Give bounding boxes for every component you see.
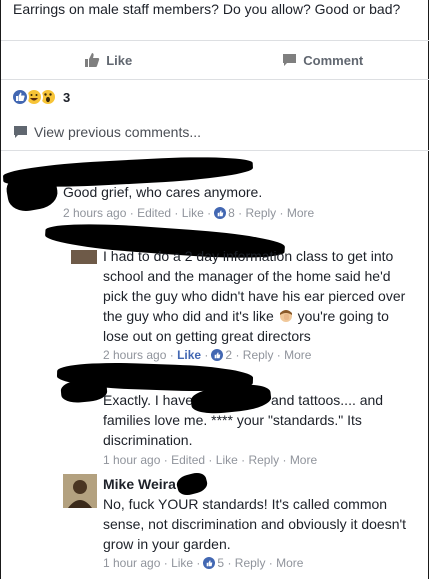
thumbs-up-icon [85, 53, 100, 67]
post-actions-bar: Like Comment [1, 40, 429, 80]
post-card: Earrings on male staff members? Do you a… [0, 0, 429, 579]
like-badge-icon [211, 349, 224, 361]
comment-reply-link[interactable]: Reply [243, 348, 274, 362]
like-reaction-icon [11, 88, 29, 106]
comment-time[interactable]: 2 hours ago [103, 348, 166, 362]
comment-more-link[interactable]: More [276, 556, 303, 570]
comment-reaction-count[interactable]: 2 [225, 348, 232, 362]
redacted-avatar-marker [60, 378, 108, 404]
facepalm-emoji-icon [279, 310, 292, 322]
comment-meta: 2 hours ago · Like · 2 · Reply · More [103, 348, 312, 362]
reaction-count: 3 [63, 89, 71, 105]
divider [1, 150, 429, 151]
comment-icon [14, 126, 27, 138]
comment-like-link[interactable]: Like [171, 556, 193, 570]
comment-more-link[interactable]: More [284, 348, 311, 362]
view-previous-label: View previous comments... [34, 124, 202, 140]
comment-more-link[interactable]: More [290, 453, 317, 467]
reactions-summary[interactable]: 3 [11, 88, 70, 106]
comment-time[interactable]: 1 hour ago [103, 556, 160, 570]
commenter-name[interactable]: Mike Weira [103, 476, 176, 492]
comment-text: Mike Weira No, fuck YOUR standards! It's… [103, 476, 407, 552]
like-badge-icon [203, 557, 216, 569]
edited-label[interactable]: Edited [171, 453, 205, 467]
comment-time[interactable]: 2 hours ago [63, 206, 126, 220]
comment-icon [283, 54, 297, 66]
comment-reaction-count[interactable]: 8 [228, 206, 235, 220]
edited-label[interactable]: Edited [137, 206, 171, 220]
comment-meta: 2 hours ago · Edited · Like · 8 · Reply … [63, 206, 315, 220]
avatar[interactable] [71, 250, 97, 264]
comment-reaction-count[interactable]: 5 [217, 556, 224, 570]
avatar[interactable] [63, 474, 97, 508]
post-text: Earrings on male staff members? Do you a… [13, 1, 401, 17]
person-photo-icon [63, 474, 97, 508]
comment-text: I had to do a 2 day information class to… [103, 248, 406, 344]
comment-more-link[interactable]: More [287, 206, 314, 220]
comment-like-link[interactable]: Like [182, 206, 204, 220]
view-previous-comments-link[interactable]: View previous comments... [13, 124, 201, 140]
comment-meta: 1 hour ago · Like · 5 · Reply · More [103, 556, 304, 570]
comment-meta: 1 hour ago · Edited · Like · Reply · Mor… [103, 453, 318, 467]
comment-label: Comment [303, 52, 364, 68]
comment-like-link[interactable]: Like [177, 348, 201, 362]
comment-text: Good grief, who cares anymore. [63, 184, 263, 200]
like-badge-icon [214, 207, 227, 219]
comment-like-link[interactable]: Like [216, 453, 238, 467]
like-button[interactable]: Like [1, 52, 216, 68]
comment-time[interactable]: 1 hour ago [103, 453, 160, 467]
comment-button[interactable]: Comment [216, 53, 429, 68]
comment-reply-link[interactable]: Reply [235, 556, 266, 570]
comment-reply-link[interactable]: Reply [248, 453, 279, 467]
like-label: Like [106, 52, 133, 68]
comment-reply-link[interactable]: Reply [245, 206, 276, 220]
